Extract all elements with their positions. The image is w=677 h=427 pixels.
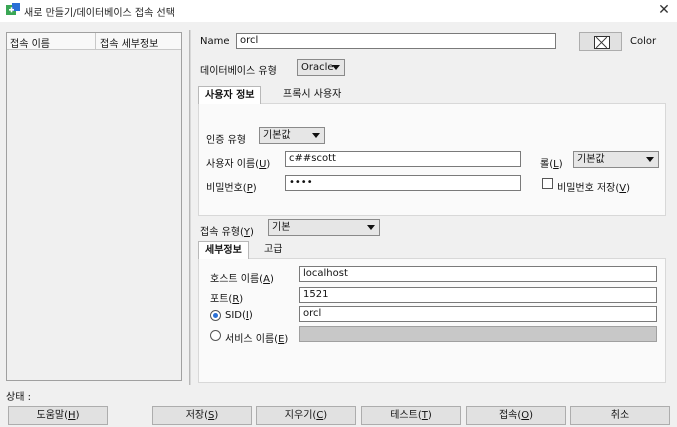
title-bar: 새로 만들기/데이터베이스 접속 선택 ✕ [0, 0, 677, 22]
sid-radio[interactable] [210, 310, 221, 321]
save-password-label: 비밀번호 저장(V) [557, 183, 631, 194]
tab-user-info[interactable]: 사용자 정보 [198, 86, 262, 104]
port-input[interactable]: 1521 [299, 287, 657, 303]
conn-type-label: 접속 유형(Y) [200, 227, 254, 238]
save-password-checkbox[interactable] [542, 178, 553, 189]
name-input[interactable]: orcl [236, 33, 556, 49]
close-icon[interactable]: ✕ [656, 2, 672, 18]
database-plus-icon [6, 3, 20, 15]
tab-details[interactable]: 세부정보 [198, 241, 249, 259]
service-name-input [299, 326, 657, 342]
connect-button[interactable]: 접속(O) [466, 406, 566, 425]
role-value: 기본값 [577, 154, 605, 165]
sid-input[interactable]: orcl [299, 306, 657, 322]
db-type-select[interactable]: Oracle [297, 59, 345, 76]
chevron-down-icon [367, 225, 375, 230]
username-label: 사용자 이름(U) [206, 159, 271, 170]
test-button[interactable]: 테스트(T) [361, 406, 461, 425]
color-button[interactable] [579, 32, 622, 51]
connection-list-header: 접속 이름 접속 세부정보 [7, 33, 181, 50]
chevron-down-icon [332, 65, 340, 70]
username-input[interactable]: c##scott [285, 151, 521, 167]
window-title: 새로 만들기/데이터베이스 접속 선택 [24, 8, 175, 19]
help-button[interactable]: 도움말(H) [8, 406, 108, 425]
clear-button[interactable]: 지우기(C) [256, 406, 356, 425]
cancel-button[interactable]: 취소 [570, 406, 670, 425]
password-input[interactable]: •••• [285, 175, 521, 191]
conn-type-select[interactable]: 기본 [268, 219, 380, 236]
role-select[interactable]: 기본값 [573, 151, 659, 168]
column-connection-name[interactable]: 접속 이름 [10, 35, 50, 50]
db-type-value: Oracle [301, 62, 334, 73]
auth-type-select[interactable]: 기본값 [259, 127, 325, 144]
sid-label: SID(I) [225, 310, 253, 321]
tab-proxy-user[interactable]: 프록시 사용자 [277, 86, 347, 104]
color-label: Color [630, 36, 657, 47]
save-button[interactable]: 저장(S) [152, 406, 252, 425]
column-divider [95, 33, 96, 50]
status-label: 상태 : [6, 392, 31, 403]
auth-type-label: 인증 유형 [206, 135, 246, 146]
service-name-radio[interactable] [210, 330, 221, 341]
role-label: 롤(L) [540, 159, 563, 170]
column-connection-detail[interactable]: 접속 세부정보 [100, 35, 158, 50]
service-name-label: 서비스 이름(E) [225, 334, 289, 345]
color-swatch-icon [594, 36, 610, 49]
port-label: 포트(R) [210, 294, 244, 305]
password-label: 비밀번호(P) [206, 183, 257, 194]
tab-advanced[interactable]: 고급 [258, 241, 288, 259]
name-label: Name [200, 36, 230, 47]
host-label: 호스트 이름(A) [210, 274, 274, 285]
db-type-label: 데이터베이스 유형 [200, 66, 277, 77]
host-input[interactable]: localhost [299, 266, 657, 282]
connection-list[interactable]: 접속 이름 접속 세부정보 [6, 32, 182, 381]
conn-type-value: 기본 [272, 222, 291, 233]
chevron-down-icon [312, 133, 320, 138]
chevron-down-icon [646, 157, 654, 162]
splitter[interactable] [189, 30, 191, 385]
auth-type-value: 기본값 [263, 130, 291, 141]
